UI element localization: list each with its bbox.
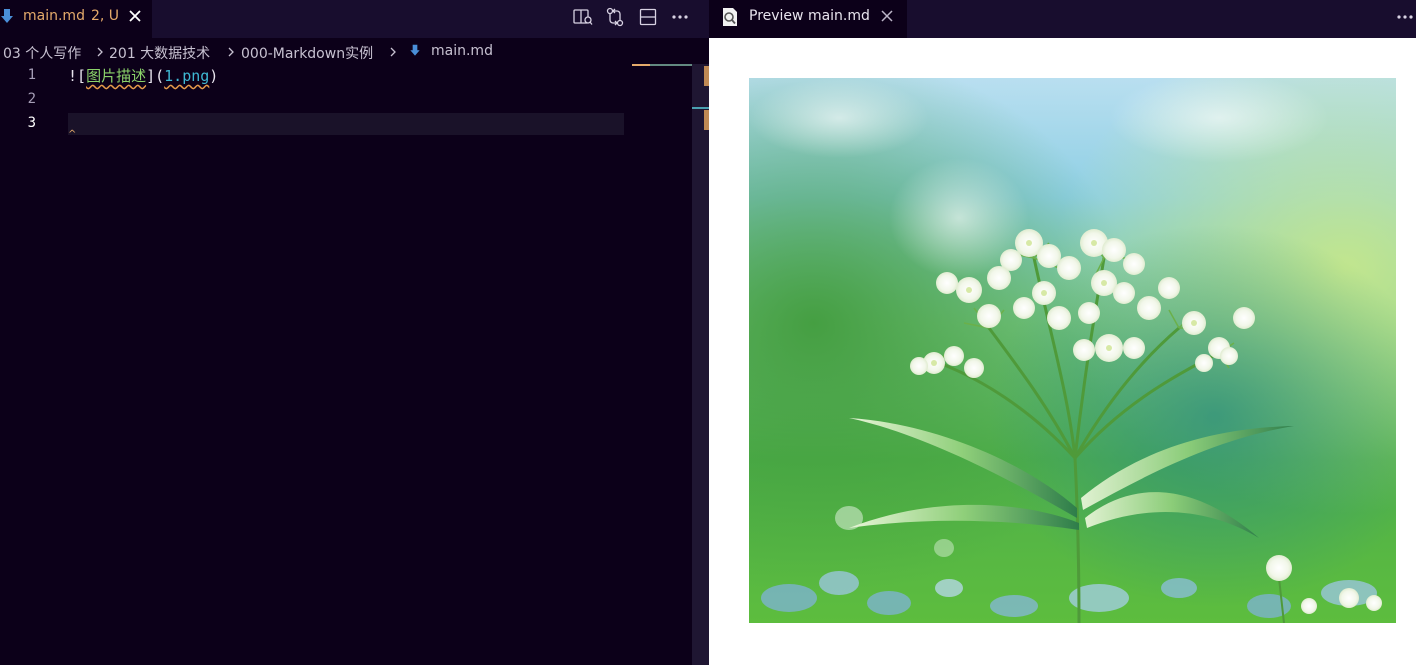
code-line-1[interactable]: ![图片描述](1.png) (68, 66, 218, 86)
chevron-right-icon (390, 47, 396, 57)
tab-main-md[interactable]: main.md 2, U (0, 0, 152, 38)
image-link[interactable]: 1.png (164, 67, 209, 85)
tab-status-badge: 2, U (91, 8, 120, 24)
line-number: 2 (27, 91, 36, 107)
close-icon[interactable] (880, 9, 894, 23)
split-editor-icon[interactable] (637, 6, 659, 28)
breadcrumb: 03 个人写作 201 大数据技术 000-Markdown实例 main.md (0, 41, 709, 63)
open-preview-to-side-icon[interactable] (572, 6, 594, 28)
preview-tab-label: Preview main.md (749, 8, 870, 24)
markdown-file-icon (1, 9, 13, 23)
preview-icon (723, 8, 737, 26)
editor-pane[interactable]: main.md 2, U 03 个人写作 201 大数据技术 000-Markd… (0, 0, 709, 665)
current-line-highlight (68, 113, 624, 135)
code-token: ( (155, 67, 165, 85)
preview-pane[interactable]: Preview main.md (709, 0, 1416, 665)
breadcrumb-item[interactable]: 201 大数据技术 (109, 43, 210, 63)
preview-image (749, 78, 1396, 623)
scrollbar-cursor-marker (692, 107, 709, 109)
line-number-current: 3 (27, 115, 36, 131)
breadcrumb-item[interactable]: 000-Markdown实例 (241, 43, 373, 63)
code-token: ) (209, 67, 219, 85)
line-number: 1 (27, 67, 36, 83)
tab-preview-main-md[interactable]: Preview main.md (709, 0, 907, 38)
image-alt-text: 图片描述 (86, 67, 147, 85)
tab-filename: main.md (23, 8, 85, 24)
markdown-file-icon (410, 44, 420, 56)
more-actions-icon[interactable] (669, 6, 691, 28)
editor-scrollbar[interactable] (692, 64, 709, 665)
minimap-line (650, 64, 692, 66)
git-compare-icon[interactable] (604, 6, 626, 28)
editor-tabbar: main.md 2, U (0, 0, 709, 38)
chevron-right-icon (228, 47, 234, 57)
breadcrumb-item-current-file[interactable]: main.md (431, 43, 493, 59)
breadcrumb-item[interactable]: 03 个人写作 (3, 43, 81, 63)
warning-squiggle-icon: ^ (68, 129, 77, 140)
code-token: [ (77, 67, 87, 85)
preview-tabbar: Preview main.md (709, 0, 1416, 38)
code-token: ! (68, 67, 78, 85)
close-icon[interactable] (127, 8, 143, 24)
chevron-right-icon (97, 47, 103, 57)
more-actions-icon[interactable] (1394, 6, 1416, 28)
code-token: ] (146, 67, 156, 85)
